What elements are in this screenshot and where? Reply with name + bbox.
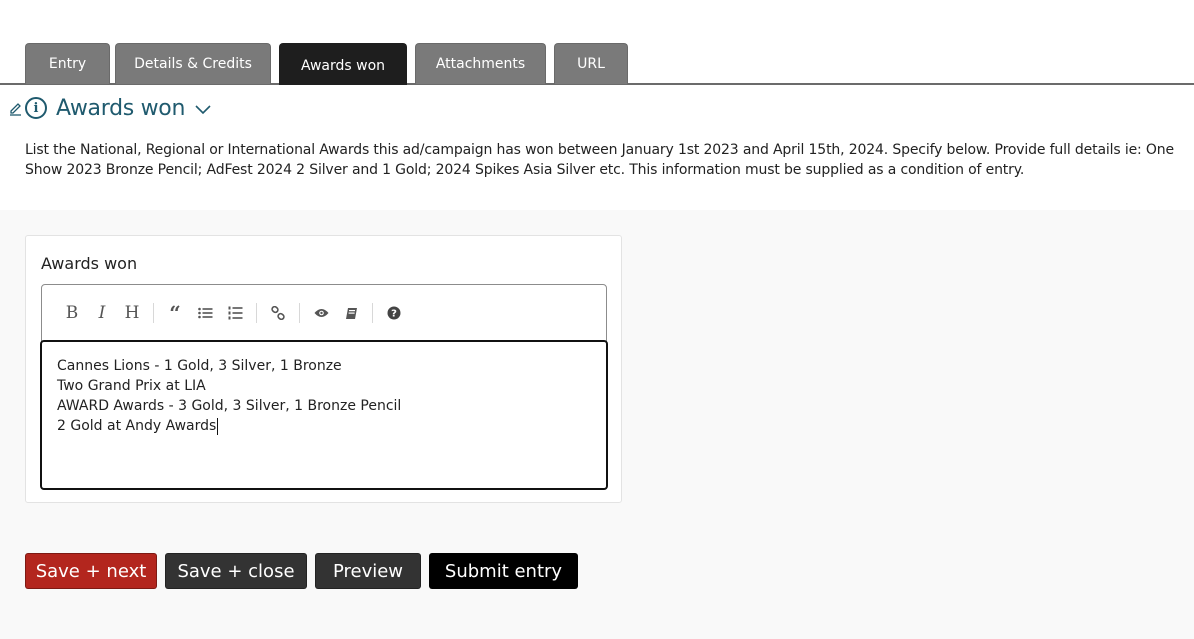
help-icon[interactable]: ?: [379, 298, 409, 328]
section-header: i Awards won: [9, 94, 211, 122]
toolbar-divider: [256, 303, 257, 323]
text-line: AWARD Awards - 3 Gold, 3 Silver, 1 Bronz…: [57, 398, 402, 414]
markdown-editor: B I H “ ? Cannes Lions - 1 Gold, 3 Silve…: [40, 284, 608, 490]
section-title: Awards won: [56, 95, 186, 121]
tab-awards-won[interactable]: Awards won: [279, 43, 407, 85]
editor-toolbar: B I H “ ?: [42, 285, 606, 341]
text-line: 2 Gold at Andy Awards: [57, 418, 217, 434]
awards-field-card: Awards won B I H “ ? Cannes Lions - 1 Go…: [25, 235, 622, 503]
chevron-down-icon[interactable]: [195, 100, 211, 119]
quote-icon[interactable]: “: [160, 298, 190, 328]
pencil-icon[interactable]: [9, 100, 23, 116]
svg-text:?: ?: [391, 309, 397, 320]
info-icon[interactable]: i: [25, 97, 47, 119]
text-line: Cannes Lions - 1 Gold, 3 Silver, 1 Bronz…: [57, 358, 342, 374]
unordered-list-icon[interactable]: [190, 298, 220, 328]
save-next-button[interactable]: Save + next: [25, 553, 157, 589]
tab-label: Entry: [48, 56, 87, 72]
tab-label: Awards won: [300, 57, 386, 74]
bold-icon[interactable]: B: [57, 298, 87, 328]
button-label: Preview: [332, 560, 404, 582]
tab-attachments[interactable]: Attachments: [415, 43, 546, 84]
button-label: Save + close: [177, 560, 295, 582]
save-close-button[interactable]: Save + close: [165, 553, 307, 589]
text-line: Two Grand Prix at LIA: [57, 378, 206, 394]
link-icon[interactable]: [263, 298, 293, 328]
guide-book-icon[interactable]: [336, 298, 366, 328]
ordered-list-icon[interactable]: [220, 298, 250, 328]
tab-label: URL: [577, 56, 605, 72]
preview-eye-icon[interactable]: [306, 298, 336, 328]
heading-icon[interactable]: H: [117, 298, 147, 328]
tab-details-credits[interactable]: Details & Credits: [115, 43, 271, 84]
preview-button[interactable]: Preview: [315, 553, 421, 589]
tab-label: Attachments: [435, 56, 526, 72]
tab-label: Details & Credits: [134, 56, 252, 72]
button-label: Save + next: [35, 560, 147, 582]
awards-textarea[interactable]: Cannes Lions - 1 Gold, 3 Silver, 1 Bronz…: [40, 340, 608, 490]
italic-icon[interactable]: I: [87, 298, 117, 328]
toolbar-divider: [299, 303, 300, 323]
tab-entry[interactable]: Entry: [25, 43, 110, 84]
toolbar-divider: [153, 303, 154, 323]
section-description: List the National, Regional or Internati…: [25, 142, 1174, 178]
tab-url[interactable]: URL: [554, 43, 628, 84]
field-label: Awards won: [41, 254, 138, 273]
button-label: Submit entry: [444, 560, 563, 582]
toolbar-divider: [372, 303, 373, 323]
text-cursor: [217, 417, 219, 435]
submit-entry-button[interactable]: Submit entry: [429, 553, 578, 589]
tab-bar: Entry Details & Credits Awards won Attac…: [0, 43, 1194, 85]
